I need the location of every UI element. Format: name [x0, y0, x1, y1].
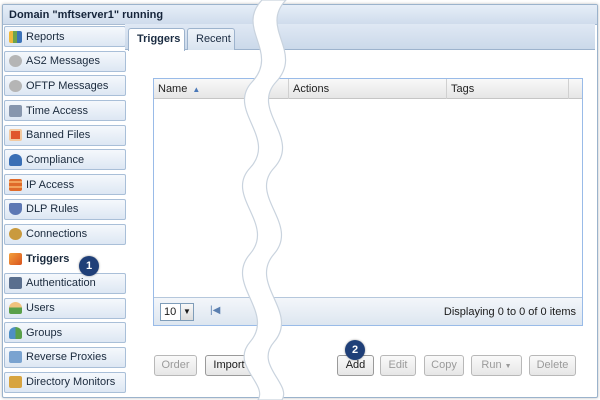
grid-header: Name ▲ Actions Tags	[154, 79, 582, 99]
sidebar-item-label: Authentication	[26, 277, 96, 290]
sidebar-item-reports[interactable]: Reports	[4, 26, 126, 47]
sidebar-item-label: Groups	[26, 326, 63, 339]
tab-triggers[interactable]: Triggers	[128, 28, 185, 51]
dlp-rules-icon	[9, 203, 22, 216]
column-header-name[interactable]: Name ▲	[154, 79, 289, 99]
tab-label: Triggers	[137, 33, 181, 45]
pager-status: Displaying 0 to 0 of 0 items	[443, 306, 576, 318]
callout-badge-1: 1	[79, 256, 99, 276]
page-size-select[interactable]: 10 ▼	[160, 303, 194, 321]
directory-monitors-icon	[9, 376, 22, 389]
ip-access-icon	[9, 178, 22, 191]
sidebar-item-users[interactable]: Users	[4, 297, 126, 319]
sidebar-item-as2-messages[interactable]: AS2 Messages	[4, 50, 126, 72]
button-label: Delete	[536, 359, 569, 371]
as2-messages-icon	[9, 55, 22, 68]
connections-icon	[9, 228, 22, 240]
sidebar-item-label: DLP Rules	[26, 203, 79, 216]
import-button[interactable]: Import	[205, 355, 253, 376]
tab-recent[interactable]: Recent	[187, 28, 235, 50]
button-label: Run	[481, 359, 502, 371]
tab-bar: Triggers Recent	[125, 24, 595, 51]
sidebar-item-label: Users	[26, 302, 55, 315]
sidebar-item-ip-access[interactable]: IP Access	[4, 174, 126, 196]
chevron-down-icon: ▼	[180, 304, 193, 320]
column-label: Actions	[293, 83, 330, 95]
button-label: Add	[345, 359, 366, 371]
sidebar-item-label: OFTP Messages	[26, 79, 109, 92]
tab-label: Recent	[196, 33, 231, 45]
sidebar-item-reverse-proxies[interactable]: Reverse Proxies	[4, 346, 126, 368]
reports-icon	[9, 30, 22, 43]
time-access-icon	[9, 104, 22, 117]
compliance-icon	[9, 153, 22, 166]
sidebar-item-label: Time Access	[26, 104, 88, 117]
title-bar: Domain "mftserver1" running	[3, 5, 597, 25]
sidebar-item-triggers[interactable]: Triggers	[4, 248, 126, 270]
sidebar-item-label: Compliance	[26, 153, 85, 166]
column-header-actions[interactable]: Actions	[289, 79, 447, 99]
users-icon	[9, 302, 22, 315]
column-label: Name	[158, 83, 188, 95]
copy-button[interactable]: Copy	[424, 355, 464, 376]
banned-files-icon	[9, 129, 22, 142]
sidebar-item-label: Triggers	[26, 252, 70, 265]
sidebar: Reports AS2 Messages OFTP Messages Time …	[4, 26, 126, 396]
column-label: Tags	[451, 83, 475, 95]
sidebar-item-label: Banned Files	[26, 129, 91, 142]
sidebar-item-dlp-rules[interactable]: DLP Rules	[4, 198, 126, 220]
sidebar-item-label: IP Access	[26, 178, 75, 191]
sidebar-item-label: Reverse Proxies	[26, 351, 107, 364]
oftp-messages-icon	[9, 79, 22, 92]
dropdown-caret-icon: ▼	[504, 363, 512, 370]
button-label: Copy	[431, 359, 457, 371]
sidebar-item-compliance[interactable]: Compliance	[4, 149, 126, 171]
sidebar-item-oftp-messages[interactable]: OFTP Messages	[4, 75, 126, 97]
button-label: Order	[161, 359, 190, 371]
sidebar-item-authentication[interactable]: Authentication	[4, 272, 126, 294]
button-label: Edit	[388, 359, 408, 371]
run-button[interactable]: Run ▼	[471, 355, 522, 376]
sidebar-item-time-access[interactable]: Time Access	[4, 100, 126, 122]
grid-pager: 10 ▼ |◀ Displaying 0 to 0 of 0 items	[154, 297, 582, 325]
callout-badge-2: 2	[345, 340, 365, 360]
sidebar-item-connections[interactable]: Connections	[4, 223, 126, 245]
page-size-value: 10	[164, 306, 177, 318]
sidebar-item-label: AS2 Messages	[26, 55, 100, 68]
screenshot: Domain "mftserver1" running Reports AS2 …	[0, 0, 600, 400]
order-button[interactable]: Order	[154, 355, 197, 376]
edit-button[interactable]: Edit	[380, 355, 416, 376]
sidebar-item-label: Connections	[26, 228, 88, 240]
column-header-tags[interactable]: Tags	[447, 79, 569, 99]
groups-icon	[9, 326, 22, 339]
sidebar-item-label: Directory Monitors	[26, 376, 116, 389]
sidebar-item-banned-files[interactable]: Banned Files	[4, 124, 126, 146]
button-label: Import	[213, 359, 245, 371]
delete-button[interactable]: Delete	[529, 355, 576, 376]
reverse-proxies-icon	[9, 351, 22, 364]
first-page-icon[interactable]: |◀	[210, 305, 220, 316]
triggers-grid: Name ▲ Actions Tags 10 ▼ |◀ Displaying 0…	[153, 78, 583, 326]
sidebar-item-directory-monitors[interactable]: Directory Monitors	[4, 371, 126, 393]
authentication-icon	[9, 277, 22, 290]
sidebar-item-label: Reports	[26, 30, 65, 43]
sort-ascending-icon: ▲	[192, 85, 201, 94]
sidebar-item-groups[interactable]: Groups	[4, 322, 126, 344]
window-title: Domain "mftserver1" running	[9, 9, 164, 21]
triggers-icon	[9, 252, 22, 265]
